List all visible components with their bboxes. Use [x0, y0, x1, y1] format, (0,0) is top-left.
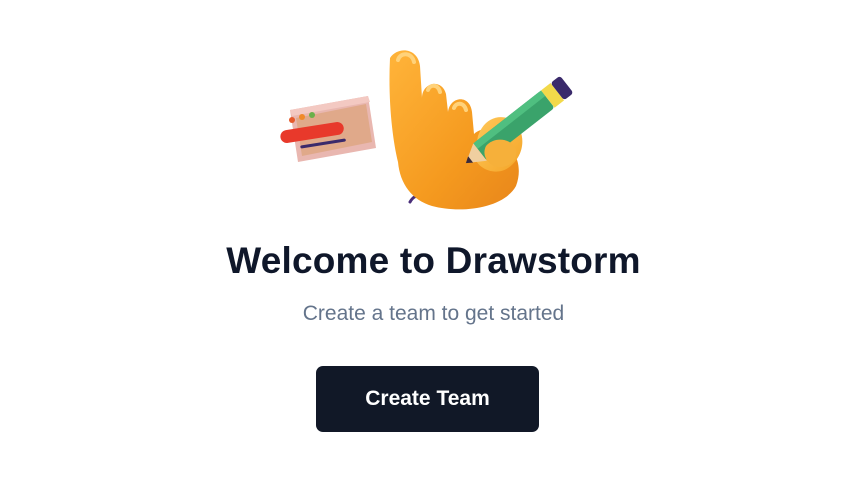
- create-team-button[interactable]: Create Team: [316, 366, 539, 432]
- welcome-page: Welcome to Drawstorm Create a team to ge…: [0, 0, 867, 492]
- drawing-card-icon: [280, 96, 376, 162]
- page-subtitle: Create a team to get started: [302, 302, 565, 325]
- hand-holding-pencil-illustration: [280, 50, 573, 210]
- page-title: Welcome to Drawstorm: [226, 240, 641, 281]
